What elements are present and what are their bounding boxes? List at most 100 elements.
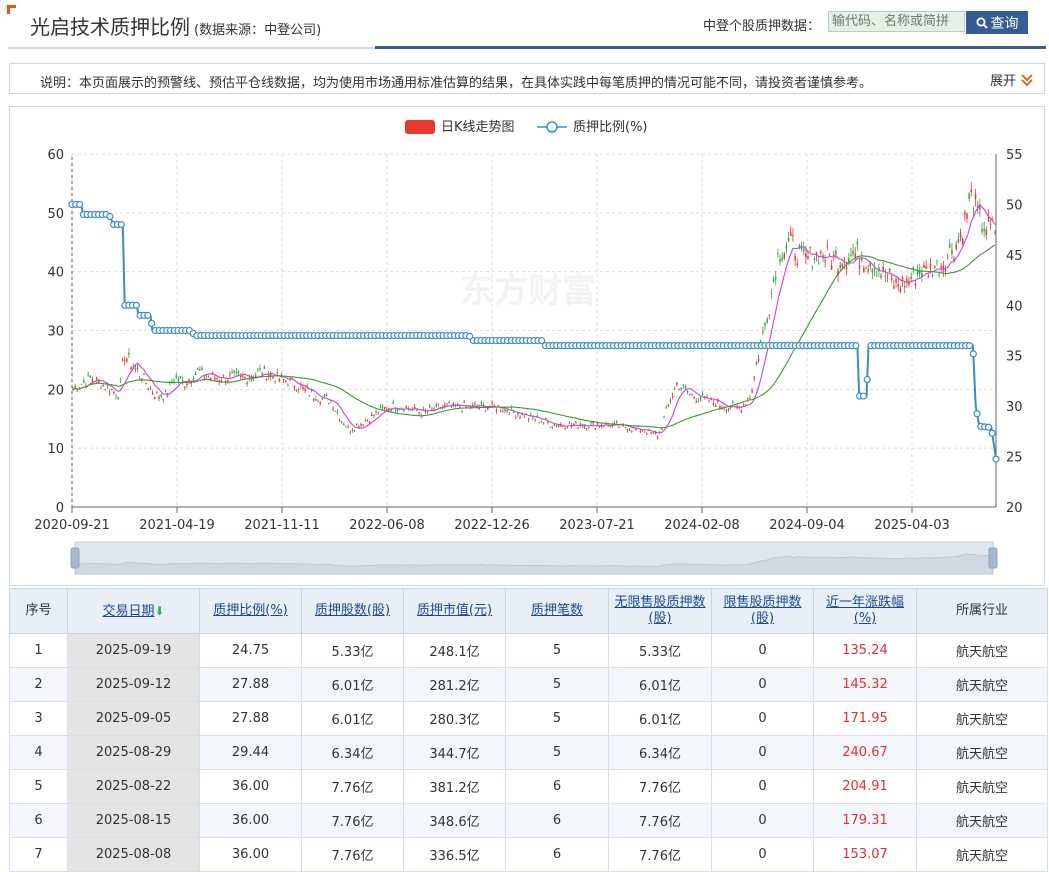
pledge-ratio-point xyxy=(863,375,871,384)
candle-body xyxy=(613,422,616,424)
table-cell: 336.5亿 xyxy=(403,837,506,872)
candle-body xyxy=(865,267,867,269)
candle-body xyxy=(542,422,545,424)
candle-body xyxy=(807,256,809,259)
candle-body xyxy=(355,423,358,426)
column-header-link[interactable]: 近一年涨跌幅(%) xyxy=(826,595,904,626)
candle-body xyxy=(833,254,835,256)
table-cell: 6.01亿 xyxy=(301,701,404,736)
table-cell: 6.34亿 xyxy=(301,735,404,770)
candle-body xyxy=(126,358,128,362)
candle-body xyxy=(474,403,476,405)
expand-button[interactable]: 展开 xyxy=(990,70,1034,89)
search-input[interactable] xyxy=(828,11,965,32)
candle-body xyxy=(179,376,182,379)
candle-body xyxy=(104,389,107,391)
candle-body xyxy=(783,253,786,259)
column-header-3[interactable]: 质押股数(股) xyxy=(301,588,404,634)
candle-body xyxy=(113,391,115,393)
candle-body xyxy=(302,386,304,389)
table-cell: 280.3亿 xyxy=(403,701,506,736)
candle-body xyxy=(727,408,730,410)
column-header-5[interactable]: 质押笔数 xyxy=(505,588,609,634)
pledge-ratio-chart[interactable]: 东方财富 日K线走势图 质押比例(%) 0 10 20 30 40 50 60 20 25 30 3… xyxy=(9,106,1045,586)
table-cell: 航天航空 xyxy=(916,667,1048,702)
search-button-label: 查询 xyxy=(990,15,1019,32)
column-header-1[interactable]: 交易日期⬇ xyxy=(67,588,200,634)
table-cell: 5 xyxy=(9,769,68,804)
candle-body xyxy=(403,409,405,412)
data-zoom-slider[interactable] xyxy=(70,541,998,575)
candle-body xyxy=(985,229,988,235)
candle-body xyxy=(336,411,339,414)
candle-body xyxy=(813,258,816,261)
column-header-9: 所属行业 xyxy=(916,588,1048,634)
candle-body xyxy=(246,383,248,385)
notice-bar: 说明：本页面展示的预警线、预估平仓线数据，均为使用市场通用标准估算的结果，在具体… xyxy=(9,63,1045,94)
column-header-link[interactable]: 质押比例(%) xyxy=(213,603,288,618)
column-header-7[interactable]: 限售股质押数(股) xyxy=(711,588,814,634)
pledge-ratio-point xyxy=(965,342,974,350)
candle-body xyxy=(138,376,141,378)
table-row: 6 2025-08-15 36.00 7.76亿 348.6亿 6 7.76亿 0 179.31… xyxy=(9,803,1048,838)
candle-body xyxy=(938,274,940,276)
column-header-6[interactable]: 无限售股质押数(股) xyxy=(608,588,712,634)
candle-body xyxy=(87,374,89,376)
candle-body xyxy=(160,394,162,397)
candle-body xyxy=(347,426,349,428)
candle-body xyxy=(766,319,768,323)
candle-body xyxy=(156,392,158,393)
column-header-link[interactable]: 交易日期 xyxy=(102,604,154,619)
candle-body xyxy=(669,399,672,402)
table-row: 1 2025-09-19 24.75 5.33亿 248.1亿 5 5.33亿 0 135.24… xyxy=(9,633,1048,668)
candle-body xyxy=(517,412,519,415)
candle-body xyxy=(295,390,298,391)
table-cell: 4 xyxy=(9,735,68,770)
candle-body xyxy=(91,379,94,382)
column-header-link[interactable]: 质押股数(股) xyxy=(315,603,390,618)
column-header-link[interactable]: 质押市值(元) xyxy=(417,603,492,618)
pledge-ratio-point xyxy=(969,350,977,358)
title-underline xyxy=(8,47,375,49)
column-header-2[interactable]: 质押比例(%) xyxy=(199,588,302,634)
pledge-ratio-point xyxy=(132,301,140,309)
candle-body xyxy=(184,386,186,388)
table-cell: 1 xyxy=(9,633,68,668)
candle-body xyxy=(371,414,373,417)
search-button[interactable]: 查询 xyxy=(966,11,1028,34)
watermark: 东方财富 xyxy=(460,271,596,311)
candle-body xyxy=(95,377,98,380)
candle-body xyxy=(770,292,773,294)
candle-body xyxy=(661,428,663,430)
candle-body xyxy=(130,367,132,370)
candle-body xyxy=(431,408,433,410)
column-header-link[interactable]: 质押笔数 xyxy=(531,603,583,618)
candle-body xyxy=(566,427,569,429)
candle-body xyxy=(899,288,902,293)
column-header-link[interactable]: 限售股质押数(股) xyxy=(723,595,801,626)
candle-body xyxy=(366,419,369,421)
table-row: 7 2025-08-08 36.00 7.76亿 336.5亿 6 7.76亿 0 153.07… xyxy=(9,837,1048,872)
table-cell: 3 xyxy=(9,701,68,736)
table-cell: 5.33亿 xyxy=(301,633,404,668)
column-header-4[interactable]: 质押市值(元) xyxy=(403,588,506,634)
candle-body xyxy=(680,388,682,390)
candle-body xyxy=(304,388,306,391)
column-header-8[interactable]: 近一年涨跌幅(%) xyxy=(813,588,917,634)
candle-body xyxy=(631,431,633,432)
candle-body xyxy=(123,360,126,362)
table-cell: 5 xyxy=(505,735,609,770)
candle-body xyxy=(276,372,278,374)
candle-body xyxy=(514,416,517,418)
candle-body xyxy=(540,421,543,423)
candle-body xyxy=(282,379,285,381)
chart-legend[interactable]: 日K线走势图 质押比例(%) xyxy=(405,119,648,135)
candle-body xyxy=(83,380,85,383)
candle-body xyxy=(697,400,700,402)
candle-body xyxy=(575,421,577,424)
table-cell: 29.44 xyxy=(199,735,302,770)
title-text: 光启技术质押比例 xyxy=(30,15,190,39)
y-right-tick-label: 25 xyxy=(1006,451,1023,466)
table-cell: 航天航空 xyxy=(916,769,1048,804)
column-header-link[interactable]: 无限售股质押数(股) xyxy=(614,595,705,626)
